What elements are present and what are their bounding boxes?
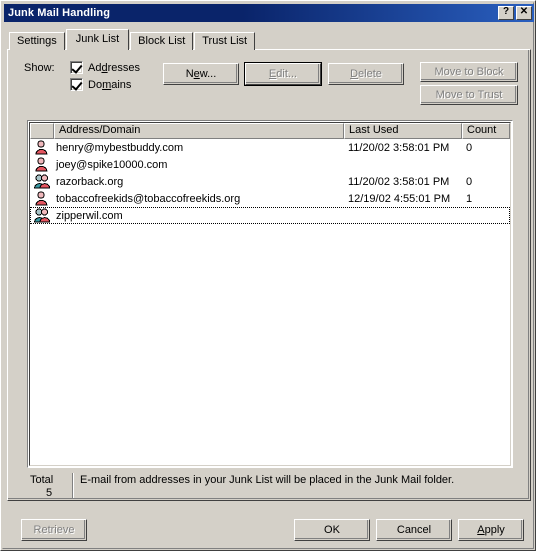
show-label: Show: <box>24 62 55 74</box>
delete-button[interactable]: Delete <box>328 63 404 85</box>
move-to-block-button[interactable]: Move to Block <box>420 62 518 82</box>
cell-address-domain: joey@spike10000.com <box>56 158 168 171</box>
checkbox-domains-box[interactable] <box>70 78 83 91</box>
checkbox-addresses-box[interactable] <box>70 61 83 74</box>
tab-settings[interactable]: Settings <box>9 32 65 50</box>
people-icon <box>30 174 54 189</box>
person-icon <box>30 157 54 172</box>
cell-address-domain: zipperwil.com <box>56 209 123 222</box>
help-icon: ? <box>502 6 510 17</box>
column-header-icon[interactable] <box>30 123 54 139</box>
checkbox-addresses[interactable]: Addresses <box>70 59 140 76</box>
column-header-address-domain[interactable]: Address/Domain <box>54 123 344 139</box>
tab-strip: Settings Junk List Block List Trust List <box>9 29 256 50</box>
close-icon: ✕ <box>519 6 529 17</box>
junk-list-listview-inner: Address/Domain Last Used Count henry@myb… <box>29 122 511 466</box>
cell-address-domain: tobaccofreekids@tobaccofreekids.org <box>56 192 241 205</box>
show-filters: Addresses Domains <box>70 59 140 93</box>
total-value: 5 <box>46 487 53 499</box>
move-to-trust-button[interactable]: Move to Trust <box>420 85 518 105</box>
dialog-button-bar: Retrieve OK Cancel Apply <box>1 506 535 550</box>
ok-button[interactable]: OK <box>294 519 370 541</box>
junk-mail-handling-dialog: Junk Mail Handling ? ✕ Settings Junk Lis… <box>0 0 536 551</box>
window-title: Junk Mail Handling <box>8 7 111 19</box>
apply-button-label: Apply <box>477 524 505 536</box>
table-row[interactable]: razorback.org 11/20/02 3:58:01 PM 0 <box>30 173 510 190</box>
footer-divider <box>72 473 74 499</box>
table-row[interactable]: zipperwil.com <box>30 207 510 224</box>
person-icon <box>30 191 54 206</box>
help-button[interactable]: ? <box>498 6 514 20</box>
cell-address-domain: razorback.org <box>56 175 124 188</box>
new-button[interactable]: New... <box>163 63 239 85</box>
checkbox-addresses-label: Addresses <box>88 61 140 74</box>
cell-address-domain: henry@mybestbuddy.com <box>56 141 184 154</box>
cell-last-used: 11/20/02 3:58:01 PM <box>348 175 450 188</box>
cancel-button[interactable]: Cancel <box>376 519 452 541</box>
tab-trust-list[interactable]: Trust List <box>194 32 256 50</box>
table-row[interactable]: henry@mybestbuddy.com 11/20/02 3:58:01 P… <box>30 139 510 156</box>
close-button[interactable]: ✕ <box>516 6 532 20</box>
edit-button[interactable]: Edit... <box>244 62 322 86</box>
tab-junk-list[interactable]: Junk List <box>65 29 130 50</box>
new-button-label: New... <box>185 68 217 80</box>
edit-button-label: Edit... <box>268 68 298 80</box>
column-header-count[interactable]: Count <box>462 123 510 139</box>
table-row[interactable]: joey@spike10000.com <box>30 156 510 173</box>
delete-button-label: Delete <box>350 68 382 80</box>
cell-count: 0 <box>466 175 473 188</box>
junk-list-listview[interactable]: Address/Domain Last Used Count henry@myb… <box>27 120 513 468</box>
title-bar[interactable]: Junk Mail Handling ? ✕ <box>4 4 534 22</box>
column-header-last-used[interactable]: Last Used <box>344 123 462 139</box>
person-icon <box>30 140 54 155</box>
cell-last-used: 11/20/02 3:58:01 PM <box>348 141 450 154</box>
retrieve-button[interactable]: Retrieve <box>21 519 87 541</box>
table-row[interactable]: tobaccofreekids@tobaccofreekids.org 12/1… <box>30 190 510 207</box>
apply-button[interactable]: Apply <box>458 519 524 541</box>
junk-list-panel: Show: Addresses Domains New... Edit... D… <box>7 49 531 501</box>
cell-last-used: 12/19/02 4:55:01 PM <box>348 192 451 205</box>
people-icon <box>30 208 54 223</box>
cell-count: 1 <box>466 192 473 205</box>
checkbox-domains[interactable]: Domains <box>70 76 140 93</box>
listview-header: Address/Domain Last Used Count <box>30 123 510 139</box>
listview-body: henry@mybestbuddy.com 11/20/02 3:58:01 P… <box>30 139 510 224</box>
tab-block-list[interactable]: Block List <box>130 32 194 50</box>
junk-list-description: E-mail from addresses in your Junk List … <box>80 474 455 486</box>
total-label: Total <box>30 474 54 486</box>
cell-count: 0 <box>466 141 473 154</box>
title-bar-buttons: ? ✕ <box>498 6 532 20</box>
checkbox-domains-label: Domains <box>88 78 132 91</box>
